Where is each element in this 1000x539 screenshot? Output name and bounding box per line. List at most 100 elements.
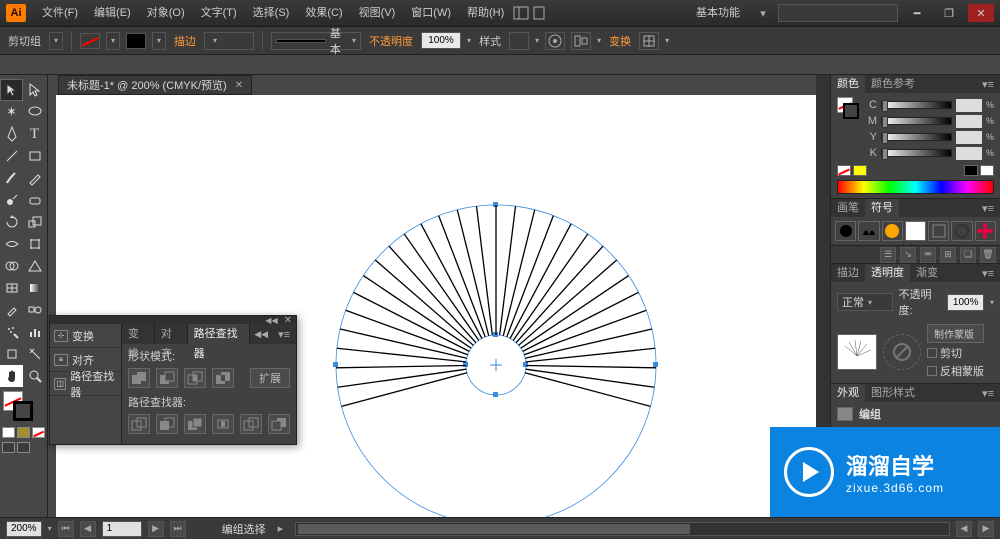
zoom-level[interactable]: 200% — [6, 521, 42, 537]
tool-type[interactable]: T — [23, 123, 46, 145]
symbol-7[interactable] — [975, 221, 996, 241]
style-swatch[interactable] — [509, 32, 529, 50]
tab-transform[interactable]: 变换 — [122, 324, 155, 344]
horizontal-scrollbar[interactable] — [295, 522, 950, 536]
menu-edit[interactable]: 编辑(E) — [86, 0, 139, 27]
tool-mesh[interactable] — [0, 277, 23, 299]
shapemode-intersect[interactable] — [184, 368, 206, 388]
tab-color[interactable]: 颜色 — [831, 75, 865, 93]
pathfinder-merge[interactable] — [184, 414, 206, 434]
expand-button[interactable]: 扩展 — [250, 368, 290, 388]
k-slider[interactable] — [881, 149, 952, 157]
pathfinder-divide[interactable] — [128, 414, 150, 434]
tool-paintbrush[interactable] — [0, 167, 23, 189]
symbol-2[interactable] — [858, 221, 879, 241]
symbol-6[interactable] — [951, 221, 972, 241]
symbol-4[interactable] — [905, 221, 926, 241]
y-slider[interactable] — [881, 133, 952, 141]
mask-slot[interactable] — [883, 334, 921, 370]
symbol-place-icon[interactable]: ↘ — [900, 247, 916, 263]
menu-effect[interactable]: 效果(C) — [297, 0, 350, 27]
symbol-5[interactable] — [928, 221, 949, 241]
menu-window[interactable]: 窗口(W) — [403, 0, 459, 27]
stroke-profile-dropdown[interactable]: 基本▾ — [271, 32, 361, 50]
make-mask-button[interactable]: 制作蒙版 — [927, 324, 984, 343]
tool-blend[interactable] — [23, 299, 46, 321]
fill-swatch[interactable] — [80, 33, 100, 49]
pathfinder-trim[interactable] — [156, 414, 178, 434]
colormode-solid[interactable] — [2, 427, 15, 438]
c-slider[interactable] — [881, 101, 952, 109]
tool-rotate[interactable] — [0, 211, 23, 233]
tool-magic-wand[interactable]: ✶ — [0, 101, 23, 123]
scroll-left-icon[interactable]: ◀ — [956, 521, 972, 537]
artboard-first-icon[interactable]: ⏮ — [58, 521, 74, 537]
layout-icon[interactable] — [512, 4, 530, 22]
symbol-3[interactable] — [882, 221, 903, 241]
tool-perspective[interactable] — [23, 255, 46, 277]
doc-icon[interactable] — [530, 4, 548, 22]
tool-free-transform[interactable] — [23, 233, 46, 255]
side-tab-pathfinder[interactable]: ◫路径查找器 — [50, 372, 121, 396]
fill-menu[interactable]: ▾ — [106, 32, 120, 50]
y-value[interactable] — [956, 131, 982, 144]
menu-help[interactable]: 帮助(H) — [459, 0, 512, 27]
artboard[interactable] — [56, 95, 816, 517]
panel-collapse-icon-inner[interactable]: ◀◀ — [250, 329, 272, 340]
mini-last-color[interactable] — [853, 165, 867, 176]
artboard-next-icon[interactable]: ▶ — [148, 521, 164, 537]
align-icon[interactable] — [571, 32, 591, 50]
symbol-lib-icon[interactable]: ☰ — [880, 247, 896, 263]
restore-button[interactable]: ❐ — [936, 4, 962, 22]
registration-icon[interactable] — [639, 32, 659, 50]
document-tab[interactable]: 未标题-1* @ 200% (CMYK/预览) ✕ — [58, 75, 252, 95]
search-input[interactable] — [778, 4, 898, 22]
symbol-1[interactable] — [835, 221, 856, 241]
stroke-weight-dropdown[interactable]: ▾ — [204, 32, 254, 50]
tool-width[interactable] — [0, 233, 23, 255]
symbol-options-icon[interactable]: ⊞ — [940, 247, 956, 263]
workspace-label[interactable]: 基本功能 — [688, 0, 748, 27]
shapemode-exclude[interactable] — [212, 368, 234, 388]
menu-view[interactable]: 视图(V) — [351, 0, 404, 27]
tool-pencil[interactable] — [23, 167, 46, 189]
tool-graph[interactable] — [23, 321, 46, 343]
menu-file[interactable]: 文件(F) — [34, 0, 86, 27]
tool-eyedropper[interactable] — [0, 299, 23, 321]
selection-mode-menu[interactable]: ▾ — [49, 32, 63, 50]
mini-none-icon[interactable] — [837, 165, 851, 176]
symbol-delete-icon[interactable]: 🗑 — [980, 247, 996, 263]
tab-align[interactable]: 对齐 — [155, 324, 188, 344]
tool-lasso[interactable] — [23, 101, 46, 123]
tool-gradient[interactable] — [23, 277, 46, 299]
trans-thumbnail[interactable] — [837, 334, 877, 370]
tab-color-guide[interactable]: 颜色参考 — [865, 75, 921, 93]
panel-menu-icon[interactable]: ▾≡ — [272, 328, 296, 341]
minimize-button[interactable]: ━ — [904, 4, 930, 22]
invert-checkbox-label[interactable]: 反相蒙版 — [940, 363, 984, 379]
menu-type[interactable]: 文字(T) — [193, 0, 245, 27]
tool-slice[interactable] — [23, 343, 46, 365]
appearance-panel-menu-icon[interactable]: ▾≡ — [976, 387, 1000, 400]
shapemode-minus-front[interactable] — [156, 368, 178, 388]
tool-hand[interactable] — [0, 365, 23, 387]
close-tab-icon[interactable]: ✕ — [235, 80, 243, 91]
shapemode-unite[interactable] — [128, 368, 150, 388]
side-tab-transform[interactable]: ⊹变换 — [50, 324, 121, 348]
color-panel-menu-icon[interactable]: ▾≡ — [976, 78, 1000, 91]
trans-panel-menu-icon[interactable]: ▾≡ — [976, 267, 1000, 280]
m-value[interactable] — [956, 115, 982, 128]
screenmode-normal[interactable] — [2, 442, 15, 453]
tool-rectangle[interactable] — [23, 145, 46, 167]
pathfinder-outline[interactable] — [240, 414, 262, 434]
symbol-new-icon[interactable]: ❏ — [960, 247, 976, 263]
tool-line[interactable] — [0, 145, 23, 167]
colormode-gradient[interactable] — [17, 427, 30, 438]
menu-object[interactable]: 对象(O) — [139, 0, 193, 27]
tab-stroke[interactable]: 描边 — [831, 264, 865, 282]
stroke-menu[interactable]: ▾ — [152, 32, 166, 50]
symbols-panel-menu-icon[interactable]: ▾≡ — [976, 202, 1000, 215]
tab-gradient[interactable]: 渐变 — [910, 264, 944, 282]
recolor-icon[interactable] — [545, 32, 565, 50]
blend-mode-dropdown[interactable]: 正常▾ — [837, 293, 893, 311]
